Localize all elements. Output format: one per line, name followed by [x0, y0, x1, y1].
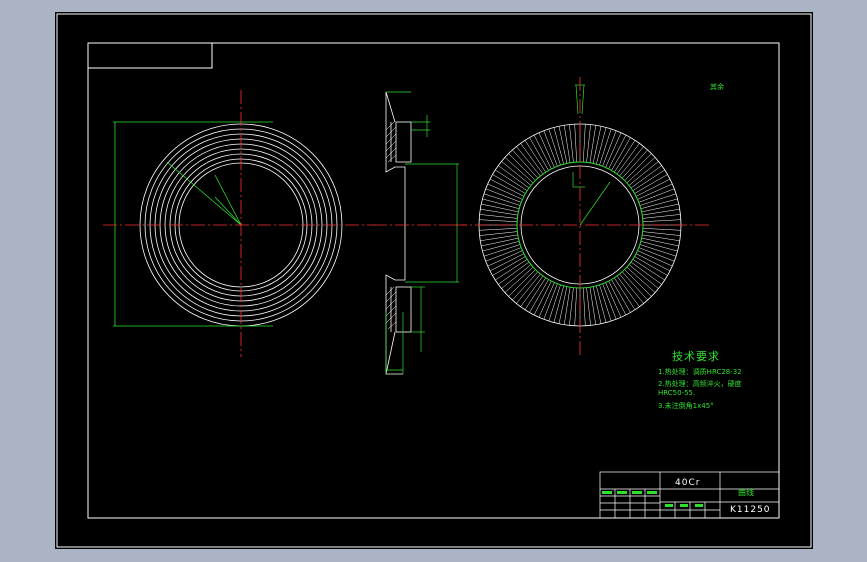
tooth-line — [520, 143, 544, 175]
tech-requirement-item: HRC50-55. — [658, 389, 696, 397]
tooth-line — [640, 198, 678, 209]
tooth-line — [479, 214, 518, 219]
tooth-line — [482, 198, 520, 209]
tooth-line — [574, 124, 577, 163]
tooth-line — [624, 153, 652, 181]
title-block-green-marks — [602, 491, 703, 507]
tooth-line — [489, 253, 525, 272]
tooth-line — [586, 124, 591, 163]
tooth-line — [641, 237, 679, 247]
tooth-line — [583, 124, 586, 163]
tech-requirement-item: 2.热处理：高频淬火，硬度 — [658, 380, 742, 388]
tooth-line — [630, 165, 662, 189]
tooth-line — [583, 287, 586, 326]
tooth-line — [480, 234, 518, 242]
tooth-line — [592, 126, 602, 164]
tooth-line — [634, 256, 668, 276]
tooth-line — [592, 286, 602, 324]
tooth-line — [563, 287, 571, 325]
tooth-line — [641, 203, 679, 213]
tooth-line — [611, 137, 631, 171]
tooth-line — [479, 219, 518, 222]
tooth-line — [516, 273, 541, 304]
tooth-line — [596, 285, 607, 323]
tooth-line — [642, 231, 681, 236]
tooth-line — [569, 124, 574, 163]
tooth-line — [489, 178, 525, 197]
tooth-line — [596, 127, 607, 165]
tooth-line — [635, 253, 671, 272]
title-block-drawing-code: K11250 — [730, 505, 771, 515]
tooth-line — [533, 280, 552, 316]
tooth-line — [520, 275, 544, 307]
outer-frame — [56, 13, 812, 548]
tooth-line — [642, 208, 680, 216]
tooth-line — [574, 287, 577, 326]
tooth-line — [553, 127, 564, 165]
tooth-line — [481, 237, 519, 247]
drawing-canvas — [56, 13, 812, 548]
tooth-line — [619, 273, 644, 304]
tooth-line — [492, 174, 526, 194]
tooth-line — [516, 146, 541, 177]
tech-requirement-item: 1.热处理：调质HRC28-32 — [658, 368, 742, 376]
tooth-line — [616, 143, 640, 175]
tooth-line — [558, 126, 568, 164]
tooth-line — [501, 264, 532, 289]
tooth-line — [508, 153, 536, 181]
tooth-line — [608, 280, 627, 316]
title-block-part-name: 曲线 — [738, 488, 754, 497]
tooth-line — [628, 161, 659, 186]
tooth-line — [589, 287, 597, 325]
tooth-line — [628, 264, 659, 289]
tooth-line — [498, 261, 530, 285]
tooth-line — [480, 208, 518, 216]
right-view-centerlines — [453, 77, 710, 357]
tooth-line — [479, 228, 518, 231]
cad-viewport[interactable]: 其余 技术要求 1.热处理：调质HRC28-32 2.热处理：高频淬火，硬度 H… — [0, 0, 867, 562]
title-block-material: 40Cr — [675, 478, 701, 488]
tooth-line — [624, 269, 652, 297]
tooth-line — [563, 125, 571, 163]
tooth-line — [498, 165, 530, 189]
tooth-line — [553, 285, 564, 323]
tech-requirements-title: 技术要求 — [672, 350, 720, 363]
tooth-line — [501, 161, 532, 186]
section-view — [385, 91, 412, 375]
tooth-line — [558, 286, 568, 324]
tooth-line — [642, 228, 681, 231]
tooth-line — [630, 261, 662, 285]
right-view-dimensions — [572, 84, 611, 226]
tooth-line — [508, 269, 536, 297]
inner-frame — [87, 42, 780, 519]
tooth-line — [635, 178, 671, 197]
tooth-line — [608, 134, 627, 170]
tooth-line — [482, 241, 520, 252]
tooth-line — [640, 241, 678, 252]
tooth-line — [481, 203, 519, 213]
tooth-line — [611, 279, 631, 313]
tooth-line — [569, 287, 574, 326]
tooth-line — [634, 174, 668, 194]
tooth-line — [586, 287, 591, 326]
tooth-line — [642, 234, 680, 242]
tooth-line — [529, 137, 549, 171]
tooth-line — [479, 231, 518, 236]
tooth-line — [642, 219, 681, 222]
tooth-line — [616, 275, 640, 307]
drawing-sheet: 其余 技术要求 1.热处理：调质HRC28-32 2.热处理：高频淬火，硬度 H… — [55, 12, 813, 549]
code-box — [87, 42, 213, 69]
tooth-line — [589, 125, 597, 163]
tooth-line — [533, 134, 552, 170]
tooth-line — [642, 214, 681, 219]
tooth-line — [619, 146, 644, 177]
tech-requirement-item: 3.未注倒角1x45° — [658, 402, 714, 410]
tooth-line — [492, 256, 526, 276]
tooth-line — [529, 279, 549, 313]
roughness-note: 其余 — [710, 83, 724, 91]
